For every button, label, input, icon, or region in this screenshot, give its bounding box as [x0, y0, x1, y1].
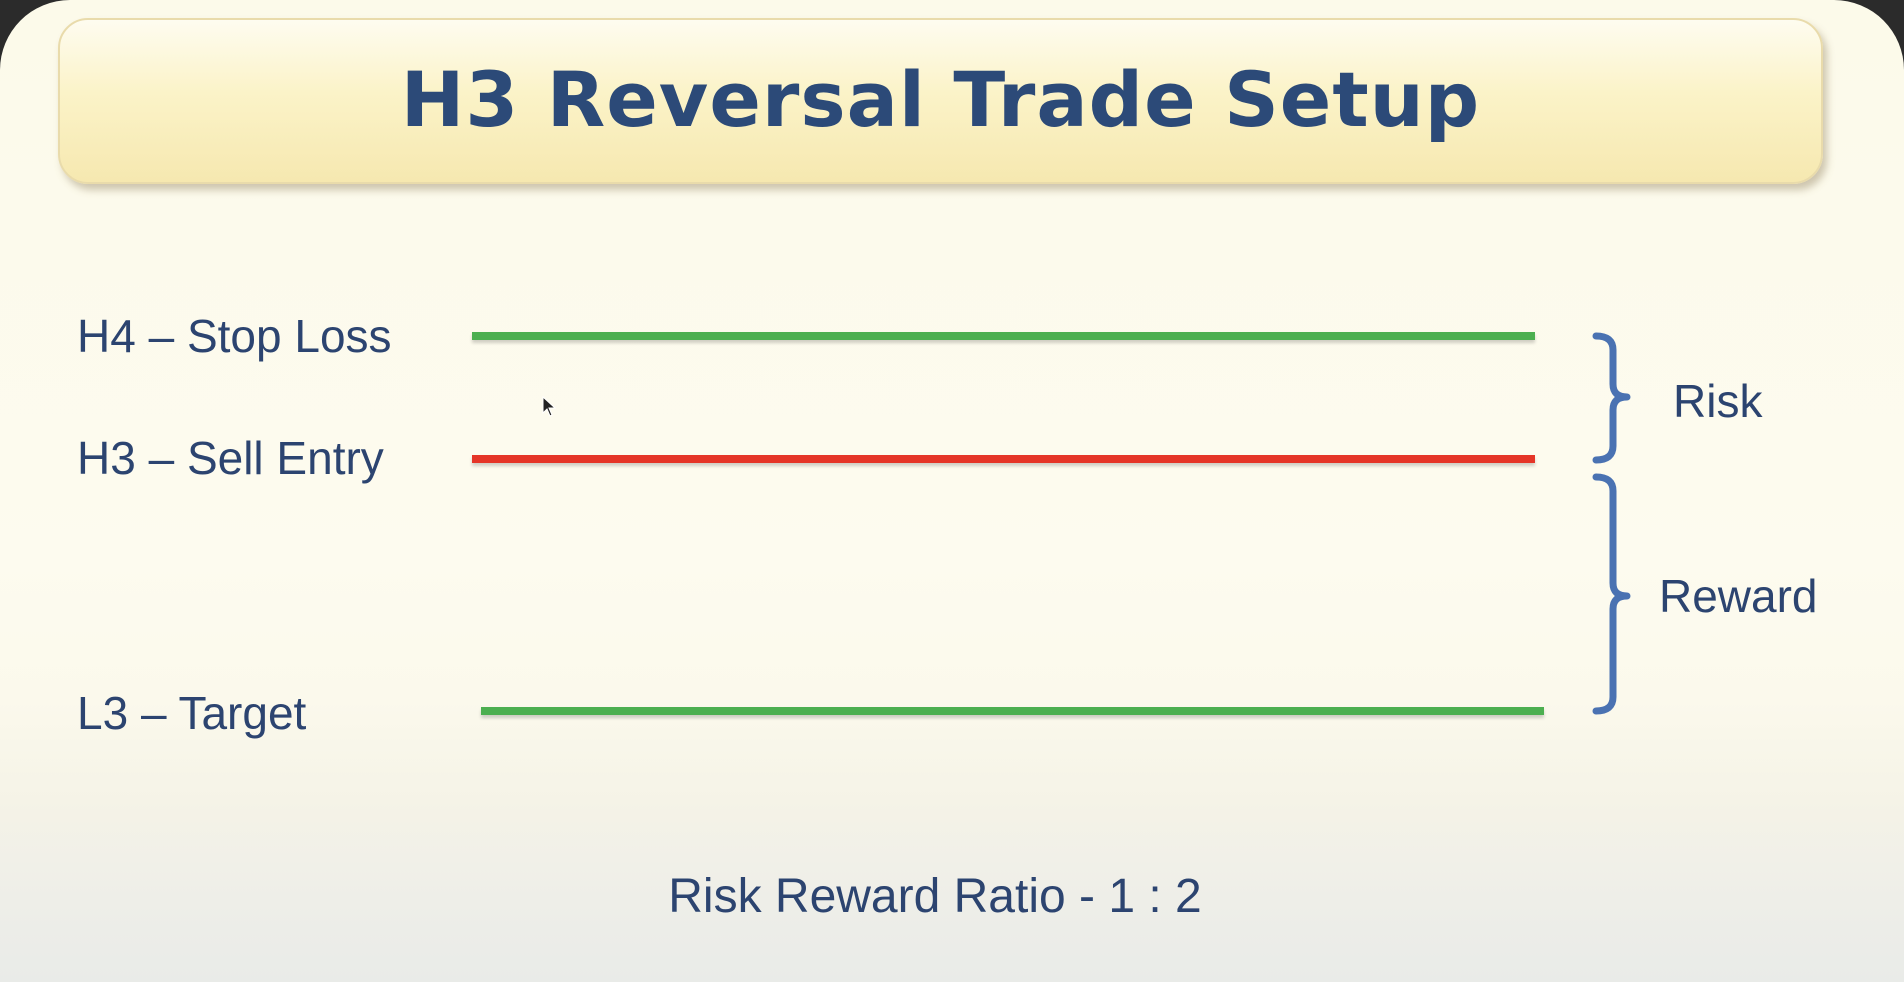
- slide: H3 Reversal Trade Setup H4 – Stop Loss H…: [0, 0, 1904, 982]
- reward-bracket: [1592, 473, 1631, 715]
- brackets: [1592, 332, 1631, 715]
- risk-bracket: [1592, 332, 1631, 464]
- reward-label: Reward: [1659, 570, 1818, 622]
- risk-reward-ratio: Risk Reward Ratio - 1 : 2: [668, 870, 1202, 923]
- mouse-cursor-icon: [542, 396, 557, 417]
- risk-label: Risk: [1673, 375, 1763, 427]
